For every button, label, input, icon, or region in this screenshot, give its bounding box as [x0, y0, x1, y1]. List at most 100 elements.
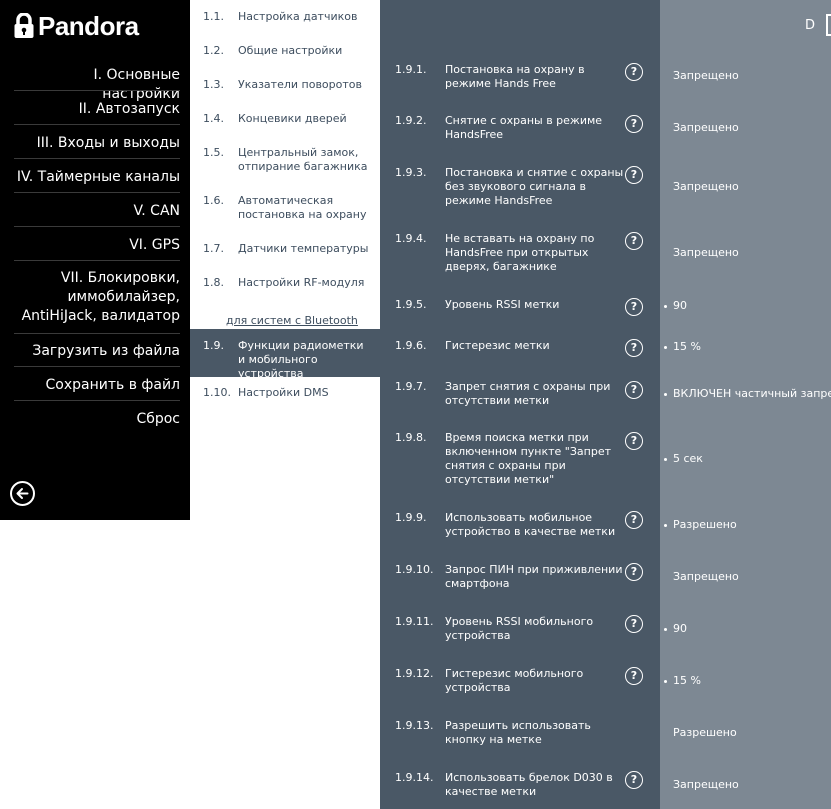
- setting-label: Использовать мобильное устройство в каче…: [445, 511, 616, 538]
- setting-number: 1.9.2.: [395, 114, 427, 127]
- submenu-item-label: Центральный замок, отпирание багажника: [238, 146, 368, 173]
- setting-number: 1.9.6.: [395, 339, 427, 352]
- submenu-item-temperature[interactable]: 1.7. Датчики температуры: [190, 242, 380, 270]
- help-circle-icon[interactable]: ?: [625, 432, 643, 450]
- nav-item-can[interactable]: V. CAN: [14, 202, 181, 221]
- submenu-item-label: Настройки RF-модуля: [238, 276, 365, 289]
- bullet-icon: [664, 304, 667, 308]
- setting-label: Уровень RSSI метки: [445, 298, 560, 311]
- submenu-item-door-switches[interactable]: 1.4. Концевики дверей: [190, 112, 380, 140]
- setting-value[interactable]: Запрещено: [673, 121, 739, 135]
- submenu-item-turn-signals[interactable]: 1.3. Указатели поворотов: [190, 78, 380, 106]
- help-circle-icon[interactable]: ?: [625, 511, 643, 529]
- setting-value[interactable]: Запрещено: [673, 778, 739, 792]
- setting-label: Использовать брелок D030 в качестве метк…: [445, 771, 613, 798]
- pandora-logo: Pandora: [13, 11, 139, 41]
- submenu-item-auto-arm[interactable]: 1.6. Автоматическая постановка на охрану: [190, 194, 380, 234]
- nav-divider: [14, 90, 180, 91]
- nav-item-immobilizer[interactable]: VII. Блокировки, иммобилайзер, AntiHiJac…: [14, 269, 180, 326]
- setting-value-item[interactable]: ВКЛЮЧЕН частичный запрет: [664, 387, 831, 401]
- setting-label: Запрос ПИН при приживлении смартфона: [445, 563, 623, 590]
- submenu-item-radiotag[interactable]: 1.9. Функции радиометки и мобильного уст…: [190, 329, 380, 380]
- submenu-item-number: 1.8.: [203, 276, 224, 289]
- nav-divider: [14, 333, 180, 334]
- setting-label: Время поиска метки при включенном пункте…: [445, 431, 612, 486]
- help-circle-icon[interactable]: ?: [625, 563, 643, 581]
- setting-value[interactable]: Запрещено: [673, 180, 739, 194]
- nav-item-gps[interactable]: VI. GPS: [14, 236, 180, 255]
- setting-number: 1.9.10.: [395, 563, 434, 576]
- setting-value: 15 %: [673, 674, 701, 687]
- help-circle-icon[interactable]: ?: [625, 771, 643, 789]
- submenu-item-rf-module[interactable]: 1.8. Настройки RF-модуля: [190, 276, 380, 304]
- setting-value-item[interactable]: 90: [664, 299, 687, 313]
- bullet-icon: [664, 679, 667, 683]
- setting-number: 1.9.5.: [395, 298, 427, 311]
- help-circle-icon[interactable]: ?: [625, 298, 643, 316]
- bullet-icon: [664, 392, 667, 396]
- setting-value-item[interactable]: 15 %: [664, 340, 701, 354]
- submenu-item-number: 1.5.: [203, 146, 224, 159]
- submenu-item-number: 1.10.: [203, 386, 231, 399]
- bullet-icon: [664, 627, 667, 631]
- submenu-item-dms[interactable]: 1.10. Настройки DMS: [190, 386, 380, 414]
- help-circle-icon[interactable]: ?: [625, 232, 643, 250]
- help-circle-icon[interactable]: ?: [625, 381, 643, 399]
- submenu-item-number: 1.4.: [203, 112, 224, 125]
- submenu-item-label: Автоматическая постановка на охрану: [238, 194, 367, 221]
- setting-number: 1.9.4.: [395, 232, 427, 245]
- setting-value[interactable]: Запрещено: [673, 570, 739, 584]
- help-circle-icon[interactable]: ?: [625, 615, 643, 633]
- bluetooth-link[interactable]: для систем с Bluetooth: [226, 314, 358, 328]
- submenu-item-label: Настройка датчиков: [238, 10, 358, 23]
- bullet-icon: [664, 457, 667, 461]
- submenu-item-sensors[interactable]: 1.1. Настройка датчиков: [190, 10, 380, 38]
- setting-number: 1.9.12.: [395, 667, 434, 680]
- setting-number: 1.9.8.: [395, 431, 427, 444]
- bullet-icon: [664, 523, 667, 527]
- padlock-icon: [14, 13, 34, 38]
- setting-value[interactable]: Разрешено: [673, 726, 737, 740]
- help-circle-icon[interactable]: ?: [625, 667, 643, 685]
- setting-label: Постановка на охрану в режиме Hands Free: [445, 63, 585, 90]
- help-circle-icon[interactable]: ?: [625, 115, 643, 133]
- help-circle-icon[interactable]: ?: [625, 339, 643, 357]
- values-column: Запрещено Запрещено Запрещено Запрещено …: [660, 0, 831, 809]
- setting-value[interactable]: Запрещено: [673, 246, 739, 260]
- submenu-item-number: 1.7.: [203, 242, 224, 255]
- submenu-item-general[interactable]: 1.2. Общие настройки: [190, 44, 380, 72]
- submenu-item-central-lock[interactable]: 1.5. Центральный замок, отпирание багажн…: [190, 146, 380, 186]
- setting-value: 90: [673, 299, 687, 312]
- nav-item-save-file[interactable]: Сохранить в файл: [14, 376, 181, 395]
- setting-value[interactable]: Запрещено: [673, 69, 739, 83]
- setting-number: 1.9.1.: [395, 63, 427, 76]
- setting-label: Уровень RSSI мобильного устройства: [445, 615, 594, 642]
- setting-value: 90: [673, 622, 687, 635]
- setting-value-item[interactable]: Разрешено: [664, 518, 737, 532]
- back-button[interactable]: [10, 481, 35, 506]
- setting-value: ВКЛЮЧЕН частичный запрет: [673, 387, 831, 400]
- corner-letter: D: [805, 18, 816, 33]
- setting-number: 1.9.7.: [395, 380, 427, 393]
- nav-item-load-file[interactable]: Загрузить из файла: [14, 342, 180, 361]
- nav-item-timer-channels[interactable]: IV. Таймерные каналы: [14, 168, 180, 187]
- submenu-item-number: 1.3.: [203, 78, 224, 91]
- nav-item-inputs-outputs[interactable]: III. Входы и выходы: [14, 134, 180, 153]
- setting-value-item[interactable]: 5 сек: [664, 452, 703, 466]
- main-sidebar: Pandora I. Основные настройки II. Автоза…: [0, 0, 190, 520]
- submenu-item-label: Указатели поворотов: [238, 78, 362, 91]
- help-circle-icon[interactable]: ?: [625, 63, 643, 81]
- setting-number: 1.9.14.: [395, 771, 434, 784]
- nav-divider: [14, 400, 180, 401]
- setting-label: Запрет снятия с охраны при отсутствии ме…: [445, 380, 611, 407]
- settings-panel: 1.9.1. Постановка на охрану в режиме Han…: [380, 0, 660, 809]
- window-control-icon[interactable]: [826, 14, 831, 36]
- nav-item-reset[interactable]: Сброс: [14, 410, 180, 429]
- help-circle-icon[interactable]: ?: [625, 166, 643, 184]
- setting-value-item[interactable]: 90: [664, 622, 687, 636]
- nav-item-autostart[interactable]: II. Автозапуск: [14, 100, 180, 119]
- setting-value-item[interactable]: 15 %: [664, 674, 701, 688]
- nav-divider: [14, 260, 180, 261]
- nav-item-basic-settings[interactable]: I. Основные настройки: [14, 66, 180, 104]
- setting-number: 1.9.11.: [395, 615, 434, 628]
